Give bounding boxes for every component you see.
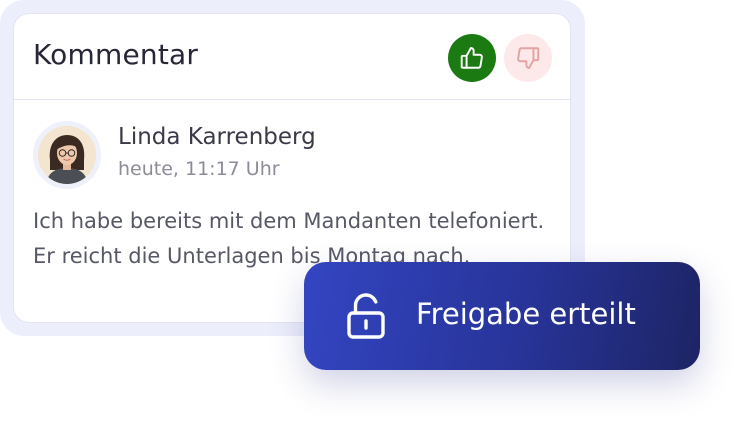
thumbs-up-button[interactable] <box>448 34 496 82</box>
avatar <box>33 121 101 189</box>
thumbs-down-icon <box>517 47 540 69</box>
author-name: Linda Karrenberg <box>118 124 316 150</box>
approval-button[interactable]: Freigabe erteilt <box>304 262 700 370</box>
thumbs-up-icon <box>460 47 483 69</box>
thumbs-down-button[interactable] <box>504 34 552 82</box>
stage: Kommentar Linda Karrenberg heute, 11:17 … <box>0 0 754 424</box>
approval-button-label: Freigabe erteilt <box>416 297 636 331</box>
comment-card-title: Kommentar <box>33 38 199 71</box>
comment-card-header: Kommentar <box>14 14 570 100</box>
comment-timestamp: heute, 11:17 Uhr <box>118 158 280 180</box>
unlock-icon <box>347 293 385 339</box>
avatar-photo <box>38 126 96 184</box>
